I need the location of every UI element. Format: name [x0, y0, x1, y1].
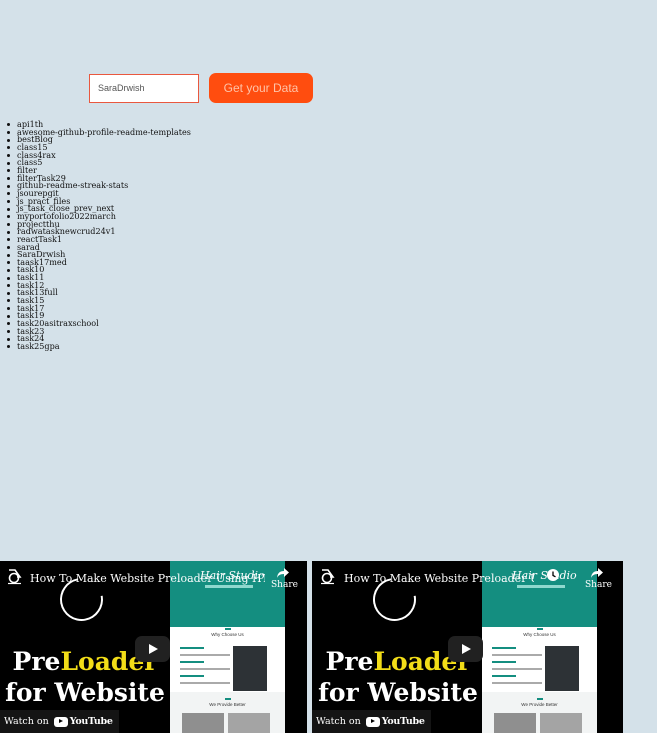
thumbnail-text-lines	[492, 647, 542, 689]
play-button[interactable]	[135, 636, 170, 662]
clock-icon	[547, 569, 559, 581]
thumbnail-image	[540, 713, 582, 733]
video-thumbnail: Hair Studio Why Choose Us We Provide Bet…	[482, 561, 597, 733]
repo-list-item: class4rax	[7, 151, 191, 160]
thumbnail-image	[494, 713, 536, 733]
get-data-button[interactable]: Get your Data	[209, 73, 313, 103]
youtube-icon	[53, 716, 68, 727]
video-title[interactable]: How To Make Website Preloader Using HTML…	[30, 572, 265, 585]
watch-later-button[interactable]	[546, 567, 560, 586]
share-icon	[591, 568, 603, 578]
play-button[interactable]	[448, 636, 483, 662]
thumbnail-section-title: Why Choose Us	[211, 632, 244, 637]
repo-list: api1th awesome-github-profile-readme-temp…	[0, 120, 191, 351]
thumbnail-section-title: We Provide Better	[521, 702, 558, 707]
share-label: Share	[271, 580, 298, 590]
thumbnail-hero: Hair Studio	[482, 561, 597, 627]
watch-on-youtube-link[interactable]: Watch on YouTube	[0, 710, 119, 733]
share-label: Share	[585, 580, 612, 590]
username-input[interactable]	[89, 73, 199, 103]
youtube-wordmark: YouTube	[69, 716, 113, 727]
watch-on-label: Watch on	[316, 716, 361, 727]
thumbnail-hero: Hair Studio	[170, 561, 285, 627]
thumbnail-image	[182, 713, 224, 733]
thumbnail-section-title: Why Choose Us	[523, 632, 556, 637]
thumbnail-subtitle-bar	[205, 585, 253, 588]
repo-list-item: reactTask1	[7, 235, 191, 244]
search-row: Get your Data	[89, 73, 313, 103]
watch-on-youtube-link[interactable]: Watch on YouTube	[312, 710, 431, 733]
share-icon	[277, 568, 289, 578]
preloader-subheading: for Website	[318, 678, 478, 707]
watch-on-label: Watch on	[4, 716, 49, 727]
thumbnail-section-title: We Provide Better	[209, 702, 246, 707]
thumbnail-image	[228, 713, 270, 733]
thumbnail-mark	[225, 628, 231, 630]
repo-list-item: task25gpa	[7, 342, 191, 351]
thumbnail-text-lines	[180, 647, 230, 689]
thumbnail-photo	[545, 646, 579, 691]
channel-logo-icon[interactable]	[319, 568, 336, 585]
share-button[interactable]: Share	[585, 567, 612, 590]
thumbnail-photo	[233, 646, 267, 691]
share-button[interactable]: Share	[271, 567, 298, 590]
channel-logo-icon[interactable]	[6, 568, 23, 585]
thumbnail-mark	[225, 698, 231, 700]
thumbnail-mark	[537, 698, 543, 700]
thumbnail-mark	[537, 628, 543, 630]
video-title[interactable]: How To Make Website Preloader Using ...	[344, 572, 534, 585]
video-thumbnail: Hair Studio Why Choose Us We Provide Bet…	[170, 561, 285, 733]
preloader-subheading: for Website	[5, 678, 165, 707]
repo-list-item: class5	[7, 158, 191, 167]
youtube-icon	[365, 716, 380, 727]
youtube-wordmark: YouTube	[381, 716, 425, 727]
